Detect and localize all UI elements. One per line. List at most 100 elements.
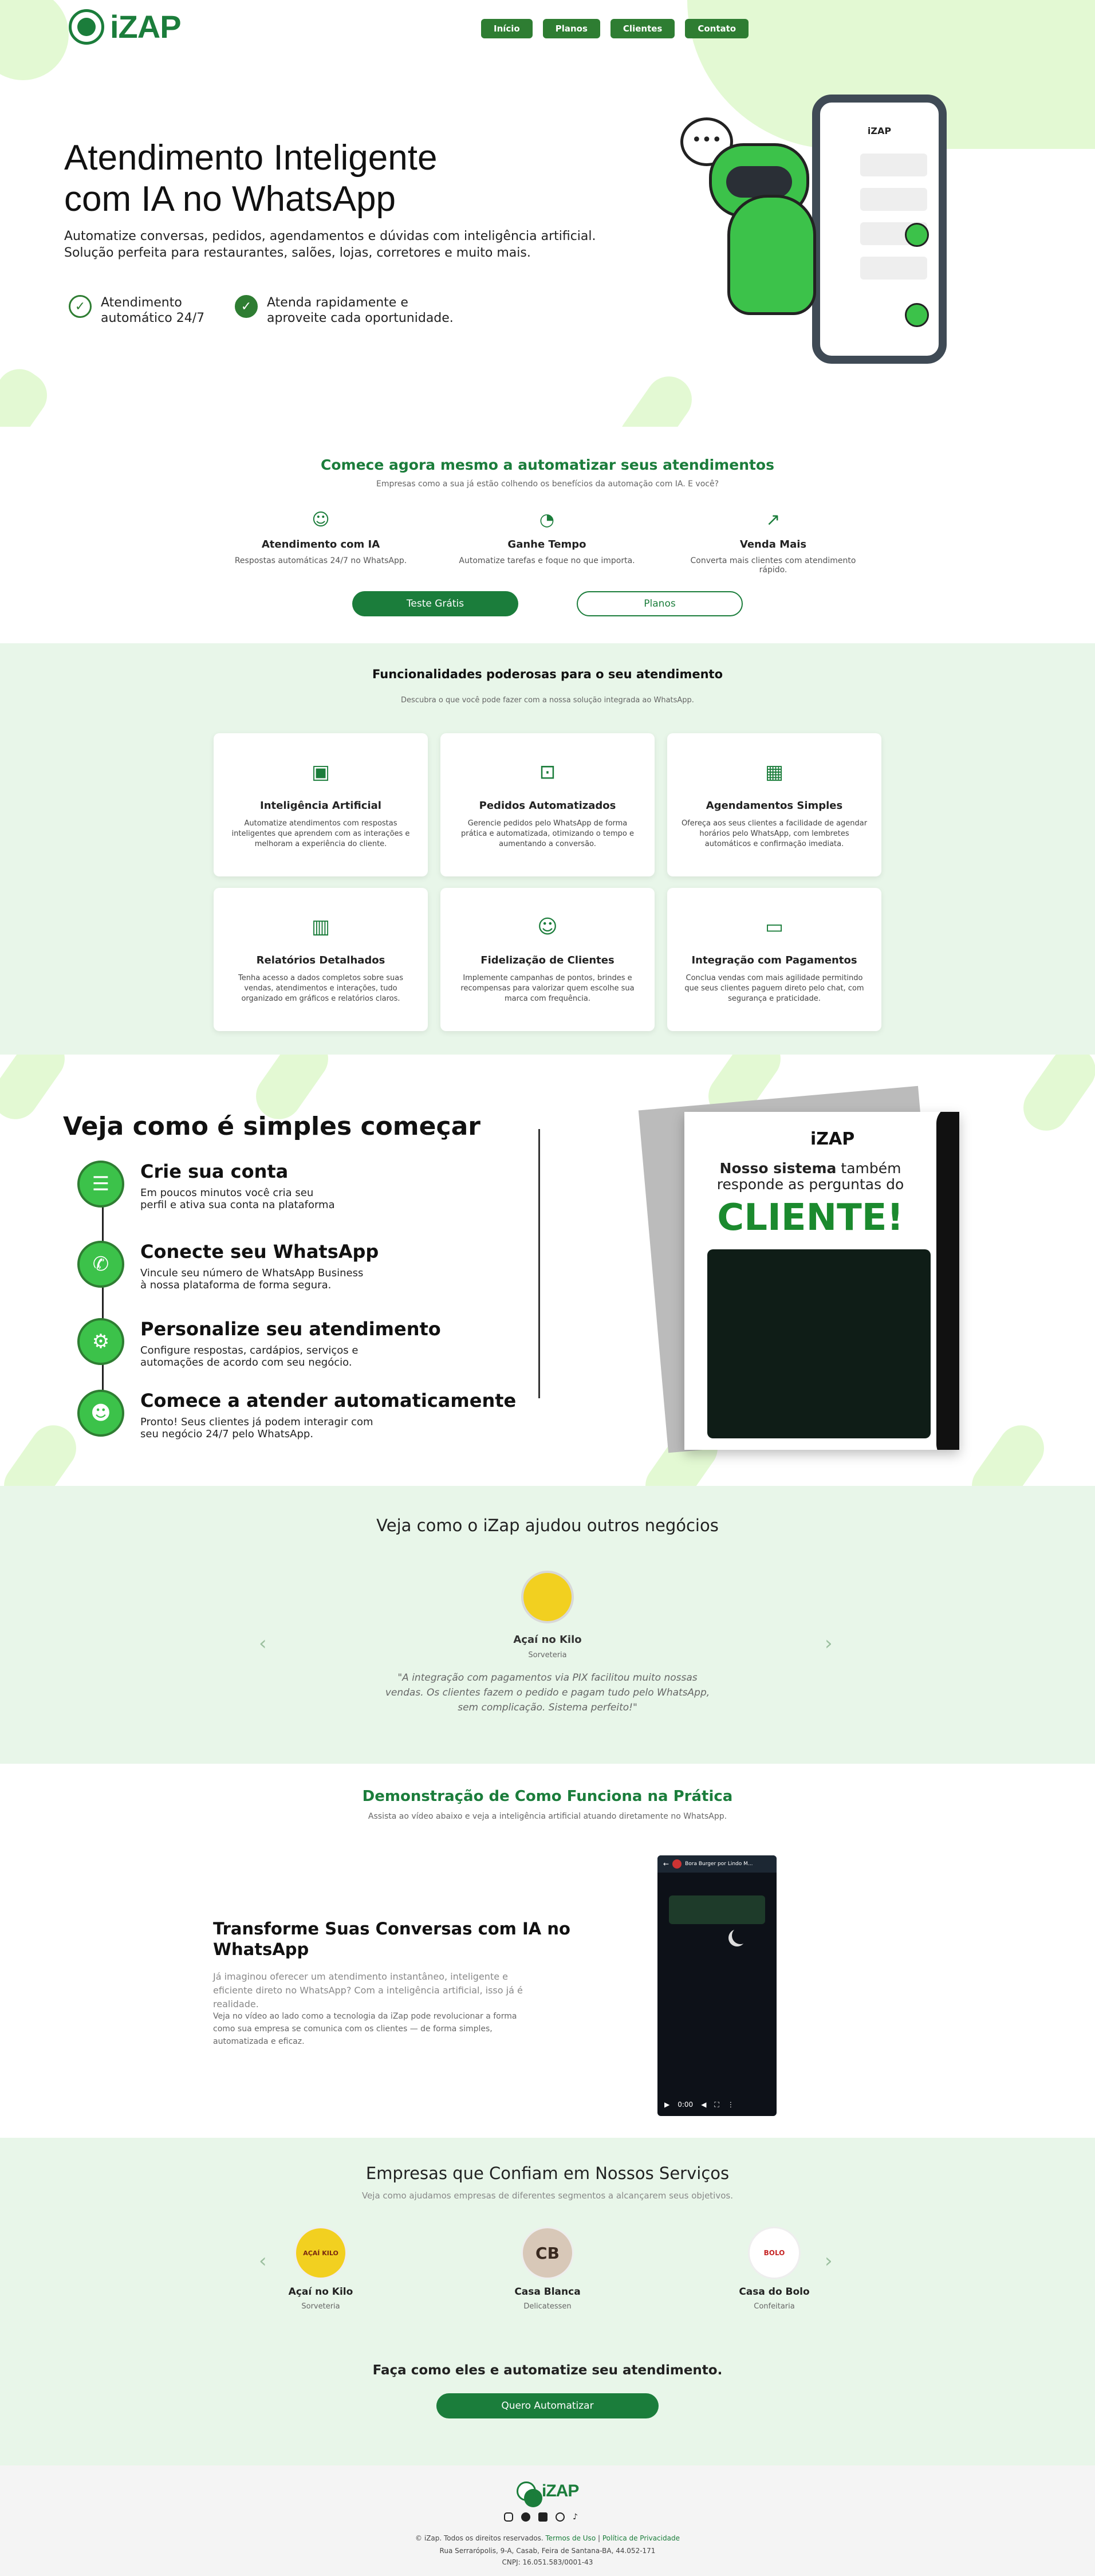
more-icon[interactable]: ⋮ (727, 2101, 734, 2109)
footer-legal: © iZap. Todos os direitos reservados. Te… (0, 2534, 1095, 2542)
fullscreen-icon[interactable]: ⛶ (714, 2101, 719, 2109)
nav-clientes[interactable]: Clientes (610, 19, 675, 38)
step-desc-line: Vincule seu número de WhatsApp Business (140, 1267, 364, 1279)
demo-title: Demonstração de Como Funciona na Prática (362, 1788, 733, 1805)
chart-up-icon: ↗ (766, 510, 781, 530)
feature-card-title: Integração com Pagamentos (691, 954, 857, 966)
phone-illustration: iZAP (812, 95, 947, 364)
automate-button[interactable]: Quero Automatizar (436, 2393, 659, 2418)
volume-icon[interactable]: ◀ (701, 2101, 706, 2109)
main-nav: Início Planos Clientes Contato (481, 19, 749, 38)
bot-chat-icon: ☻ (77, 1390, 124, 1437)
carousel-prev-button[interactable]: ‹ (259, 1632, 267, 1655)
calendar-check-icon: ▦ (765, 761, 784, 784)
hero-blob-left (0, 0, 69, 80)
hero-subtitle-line2: Solução perfeita para restaurantes, salõ… (64, 246, 531, 260)
demo-heading-line: WhatsApp (213, 1940, 309, 1959)
whatsapp-icon: ✆ (77, 1241, 124, 1288)
client-logo-text: CB (535, 2243, 560, 2263)
footer-logo[interactable]: iZAP (517, 2481, 579, 2507)
robot-body-icon (727, 195, 816, 315)
footer-cnpj: CNPJ: 16.051.583/0001-43 (502, 2558, 593, 2566)
feature-card-title: Pedidos Automatizados (479, 800, 616, 812)
client-name: Casa do Bolo (739, 2286, 810, 2298)
footer-address: Rua Serrarópolis, 9-A, Casab, Feira de S… (439, 2547, 656, 2555)
start-title: Comece agora mesmo a automatizar seus at… (321, 457, 774, 473)
play-icon[interactable]: ▶ (664, 2101, 669, 2109)
step-desc-line: Pronto! Seus clientes já podem interagir… (140, 1416, 373, 1428)
clients-section: Empresas que Confiam em Nossos Serviços … (0, 2138, 1095, 2465)
facebook-icon[interactable] (521, 2512, 530, 2522)
features-subtitle: Descubra o que você pode fazer com a nos… (401, 696, 694, 705)
step-text: Comece a atender automaticamente Pronto!… (140, 1390, 516, 1440)
robot-face-icon (726, 166, 792, 198)
flyer-chat-screenshot (707, 1249, 931, 1438)
hero-title: Atendimento Inteligente com IA no WhatsA… (64, 137, 580, 220)
client-card: BOLO Casa do Bolo Confeitaria (717, 2227, 832, 2311)
testimonial-category: Sorveteria (528, 1651, 567, 1659)
phone-msg-row (860, 154, 927, 176)
flyer-image: iZAP Nosso sistema também responde as pe… (684, 1112, 959, 1450)
step-desc-line: seu negócio 24/7 pelo WhatsApp. (140, 1428, 314, 1440)
step-create-account: ☰ Crie sua conta Em poucos minutos você … (77, 1161, 335, 1211)
carousel-next-button[interactable]: › (825, 1632, 833, 1655)
step-title: Conecte seu WhatsApp (140, 1241, 379, 1263)
step-title: Comece a atender automaticamente (140, 1390, 517, 1411)
nav-planos[interactable]: Planos (542, 19, 600, 38)
video-time: 0:00 (678, 2101, 694, 2109)
social-icons: ♪ (504, 2512, 582, 2522)
flyer-headline: Nosso sistema também responde as pergunt… (684, 1161, 936, 1193)
client-card: AÇAÍ KILO Açaí no Kilo Sorveteria (263, 2227, 378, 2311)
step-desc: Vincule seu número de WhatsApp Business à… (140, 1267, 379, 1291)
footer-privacy-link[interactable]: Política de Privacidade (602, 2534, 680, 2542)
testimonials-section: Veja como o iZap ajudou outros negócios … (0, 1486, 1095, 1764)
instagram-icon[interactable] (504, 2512, 513, 2522)
chat-bubble-icon (517, 2481, 542, 2507)
demo-section: Demonstração de Como Funciona na Prática… (0, 1764, 1095, 2138)
nav-contato[interactable]: Contato (685, 19, 749, 38)
robot-badge-icon (905, 303, 929, 327)
brand-logo[interactable]: iZAP (69, 8, 182, 45)
flyer-headline-line2: responde as perguntas do (716, 1176, 904, 1193)
benefit-sales: ↗ Venda Mais Converta mais clientes com … (682, 510, 865, 575)
credit-card-icon: ▭ (765, 915, 784, 938)
hero-subtitle: Automatize conversas, pedidos, agendamen… (64, 228, 602, 261)
plans-button[interactable]: Planos (577, 591, 743, 616)
footer-separator: | (597, 2534, 601, 2542)
feature-card-title: Fidelização de Clientes (480, 954, 615, 966)
video-chat-avatar (672, 1859, 682, 1869)
demo-subtitle: Assista ao vídeo abaixo e veja a intelig… (368, 1812, 727, 1821)
step-desc: Em poucos minutos você cria seu perfil e … (140, 1187, 335, 1211)
step-title: Personalize seu atendimento (140, 1318, 441, 1340)
hero-stripe-b (610, 367, 701, 427)
step-text: Crie sua conta Em poucos minutos você cr… (140, 1161, 335, 1211)
steps-stripe (0, 1416, 85, 1486)
video-controls: ▶ 0:00 ◀ ⛶ ⋮ (657, 2093, 777, 2116)
step-start-automatic: ☻ Comece a atender automaticamente Pront… (77, 1390, 516, 1440)
client-logo-text: AÇAÍ KILO (303, 2249, 338, 2257)
step-desc: Configure respostas, cardápios, serviços… (140, 1344, 441, 1368)
video-chat-header: ← Bora Burger por Lindo M... (657, 1855, 777, 1873)
benefit-title: Ganhe Tempo (507, 538, 586, 550)
nav-inicio[interactable]: Início (481, 19, 533, 38)
footer-terms-link[interactable]: Termos de Uso (545, 2534, 596, 2542)
testimonial-quote: "A integração com pagamentos via PIX fac… (385, 1672, 710, 1713)
feature-card-desc: Automatize atendimentos com respostas in… (231, 819, 410, 848)
trial-button[interactable]: Teste Grátis (352, 591, 518, 616)
steps-stripe (963, 1416, 1053, 1486)
benefit-desc: Automatize tarefas e foque no que import… (459, 556, 635, 565)
demo-paragraph-2: Veja no vídeo ao lado como a tecnologia … (213, 2012, 517, 2046)
feature-card-title: Relatórios Detalhados (256, 954, 385, 966)
linkedin-icon[interactable] (538, 2512, 548, 2522)
whatsapp-icon[interactable] (556, 2512, 565, 2522)
clients-subtitle: Veja como ajudamos empresas de diferente… (361, 2190, 733, 2201)
testimonial-name: Açaí no Kilo (513, 1634, 582, 1646)
tiktok-icon[interactable]: ♪ (573, 2512, 582, 2522)
bag-check-icon: ⊡ (539, 761, 556, 784)
hero-feature-text: Atendimento automático 24/7 (101, 295, 204, 326)
benefit-time: ◔ Ganhe Tempo Automatize tarefas e foque… (455, 510, 639, 565)
form-icon: ☰ (77, 1161, 124, 1208)
hero-stripe-a (0, 360, 56, 427)
demo-video-player[interactable]: ← Bora Burger por Lindo M... ▶ 0:00 ◀ ⛶ … (657, 1855, 777, 2116)
hero-section: iZAP Início Planos Clientes Contato Aten… (0, 0, 1095, 427)
